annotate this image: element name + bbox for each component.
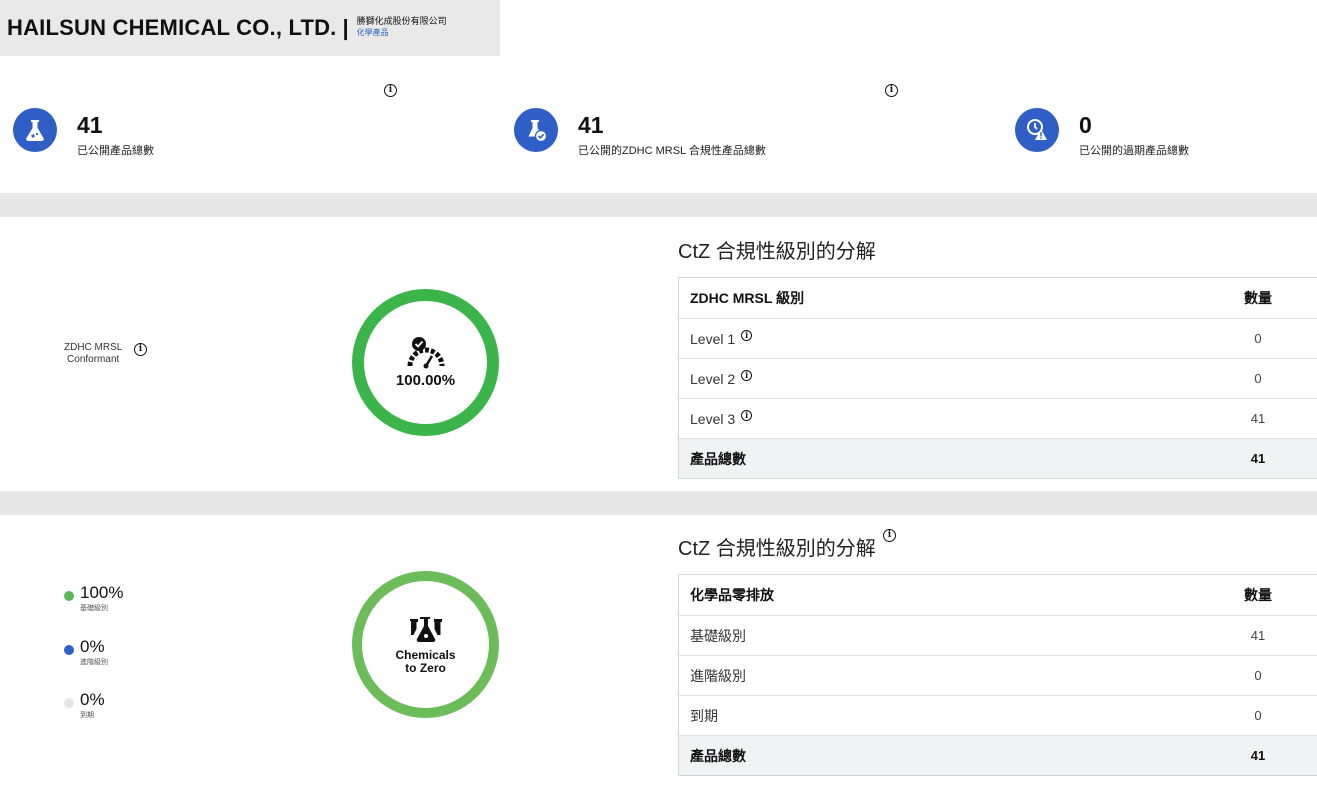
ctz-level-table: 化學品零排放 數量 基礎級別 41 進階級別 0 到期 0 產品總數 41 <box>678 574 1317 776</box>
conformance-label: ZDHC MRSL Conformant <box>64 342 122 366</box>
stat-expired-products: 0 已公開的過期產品總數 <box>1015 108 1189 158</box>
stat-label: 已公開的過期產品總數 <box>1079 145 1189 157</box>
column-header-count: 數量 <box>1244 290 1272 306</box>
section-title: CtZ 合規性級別的分解 <box>678 538 876 560</box>
total-count: 41 <box>1250 748 1266 763</box>
legend-sub: 到期 <box>80 712 94 719</box>
level-count: 0 <box>1254 708 1262 723</box>
level-label: 基礎級別 <box>690 627 746 644</box>
level-count: 0 <box>1254 371 1262 386</box>
stat-conformant-products: 41 已公開的ZDHC MRSL 合規性產品總數 <box>514 108 766 158</box>
info-icon[interactable]: i <box>741 370 753 381</box>
legend-sub: 基礎級別 <box>80 605 108 612</box>
level-label: Level 2 <box>690 370 736 387</box>
total-count: 41 <box>1250 451 1266 466</box>
table-row: 進階級別 0 <box>679 655 1317 695</box>
level-label: 到期 <box>690 707 718 724</box>
info-icon[interactable]: i <box>885 84 898 97</box>
legend-dot <box>64 591 74 601</box>
legend-dot <box>64 698 74 708</box>
conformance-label-line2: Conformant <box>67 354 120 365</box>
table-total-row: 產品總數 41 <box>679 438 1317 478</box>
legend-value: 100% <box>80 583 124 602</box>
conformance-label-line1: ZDHC MRSL <box>64 342 123 353</box>
category-link[interactable]: 化學產品 <box>357 27 447 38</box>
header-separator: | <box>342 15 349 40</box>
chemicals-to-zero-icon <box>409 616 442 642</box>
ctz-legend-item: 0% 到期 <box>64 690 105 720</box>
level-label: Level 3 <box>690 410 736 427</box>
info-icon[interactable]: i <box>883 529 896 542</box>
level-count: 0 <box>1254 331 1262 346</box>
table-row: Level 1 i 0 <box>679 318 1317 358</box>
flask-check-icon <box>514 108 558 152</box>
ctz-ring: Chemicals to Zero <box>352 571 499 718</box>
table-row: Level 2 i 0 <box>679 358 1317 398</box>
info-icon[interactable]: i <box>384 84 397 97</box>
total-label: 產品總數 <box>690 450 746 467</box>
company-subtitle: 勝獅化成股份有限公司 化學產品 <box>357 16 447 38</box>
info-icon[interactable]: i <box>134 343 147 356</box>
stat-label: 已公開的ZDHC MRSL 合規性產品總數 <box>578 145 766 157</box>
ctz-legend-item: 100% 基礎級別 <box>64 583 123 613</box>
company-header: HAILSUN CHEMICAL CO., LTD. | 勝獅化成股份有限公司 … <box>0 0 500 56</box>
column-header-level: 化學品零排放 <box>690 587 774 603</box>
table-row: 基礎級別 41 <box>679 615 1317 655</box>
level-label: 進階級別 <box>690 667 746 684</box>
gauge-check-icon <box>407 337 444 369</box>
level-count: 0 <box>1254 668 1262 683</box>
column-header-count: 數量 <box>1244 587 1272 603</box>
alert-clock-icon <box>1015 108 1059 152</box>
ctz-legend-item: 0% 進階級別 <box>64 637 108 667</box>
stat-value: 41 <box>578 112 604 138</box>
total-label: 產品總數 <box>690 747 746 764</box>
section-divider <box>0 193 1317 217</box>
ctz-ring-text-line1: Chemicals <box>395 647 456 662</box>
level-count: 41 <box>1250 411 1266 426</box>
stat-value: 0 <box>1079 112 1092 138</box>
info-icon[interactable]: i <box>741 410 753 421</box>
stat-published-products: 41 已公開產品總數 <box>13 108 154 158</box>
level-label: Level 1 <box>690 330 736 347</box>
stat-value: 41 <box>77 112 103 138</box>
legend-sub: 進階級別 <box>80 659 108 666</box>
legend-dot <box>64 645 74 655</box>
table-row: 到期 0 <box>679 695 1317 735</box>
conformance-ring: 100.00% <box>352 289 499 436</box>
table-total-row: 產品總數 41 <box>679 735 1317 775</box>
info-icon[interactable]: i <box>741 330 753 341</box>
section-title: CtZ 合規性級別的分解 <box>678 241 876 263</box>
flask-icon <box>13 108 57 152</box>
stat-label: 已公開產品總數 <box>77 145 154 157</box>
company-name: HAILSUN CHEMICAL CO., LTD. <box>7 15 337 40</box>
legend-value: 0% <box>80 690 105 709</box>
level-count: 41 <box>1250 628 1266 643</box>
table-header-row: 化學品零排放 數量 <box>679 575 1317 615</box>
ctz-ring-text-line2: to Zero <box>405 660 446 675</box>
table-header-row: ZDHC MRSL 級別 數量 <box>679 278 1317 318</box>
company-local-name: 勝獅化成股份有限公司 <box>356 16 447 26</box>
section-divider <box>0 491 1317 515</box>
legend-value: 0% <box>80 637 105 656</box>
column-header-level: ZDHC MRSL 級別 <box>690 290 805 306</box>
table-row: Level 3 i 41 <box>679 398 1317 438</box>
conformance-percent: 100.00% <box>395 372 456 389</box>
mrsl-level-table: ZDHC MRSL 級別 數量 Level 1 i 0 Level 2 i 0 Le… <box>678 277 1317 479</box>
